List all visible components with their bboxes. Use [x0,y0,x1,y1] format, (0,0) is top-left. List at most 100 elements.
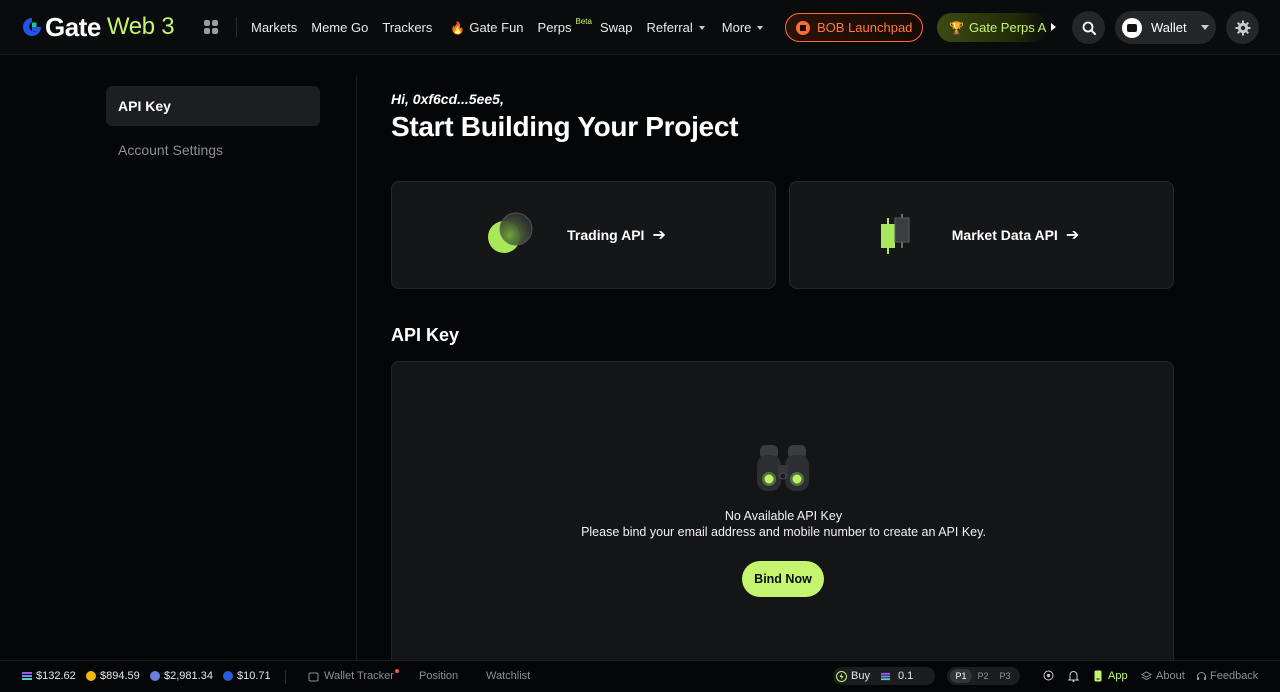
price-value: $10.71 [237,670,271,682]
about-link[interactable]: About [1141,670,1185,682]
wallet-button[interactable]: Wallet [1115,11,1216,44]
sol-icon [881,672,890,680]
search-icon [1082,21,1096,35]
nav-referral[interactable]: Referral [647,20,705,35]
sidebar-divider [356,76,357,660]
gate-logo-icon [23,18,41,36]
preset-p3[interactable]: P3 [994,669,1016,683]
tab-wallet-tracker[interactable]: Wallet Tracker [308,669,399,682]
app-label: App [1108,670,1128,682]
candlestick-icon [880,214,910,254]
price-link[interactable]: $10.71 [223,670,271,682]
buy-amount: 0.1 [898,670,914,682]
nav-markets[interactable]: Markets [251,20,297,35]
greeting: Hi, 0xf6cd...5ee5, [391,91,504,107]
nav-swap[interactable]: Swap [600,20,633,35]
wallet-label: Wallet [1151,20,1187,35]
sidebar-item-label: API Key [118,98,171,114]
link-icon [223,671,233,681]
trophy-icon: 🏆 [949,20,964,35]
nav-label: More [721,20,752,35]
preset-p1[interactable]: P1 [950,669,972,683]
nav-label: Referral [646,20,693,35]
nav-label: Perps [537,20,572,35]
gear-icon [1235,20,1250,35]
perps-promo-label: Gate Perps A [969,20,1047,35]
sidebar-item-label: Account Settings [118,142,224,158]
main-nav: Markets Meme Go Trackers 🔥 Gate Fun Perp… [251,0,777,55]
feedback-link[interactable]: Feedback [1196,670,1258,682]
price-value: $894.59 [100,670,140,682]
settings-button[interactable] [1226,11,1259,44]
card-label: Market Data API [951,227,1058,243]
chevron-down-icon [757,25,764,30]
bell-icon [1068,671,1079,682]
price-value: $132.62 [36,670,76,682]
card-label: Trading API [567,227,645,243]
layers-icon [1141,671,1152,681]
chevron-down-icon [698,25,705,30]
trading-api-icon [488,212,533,253]
nav-label: Gate Fun [469,20,524,35]
quick-buy-button[interactable]: Buy [836,670,870,682]
trading-api-card[interactable]: Trading API ➔ [391,181,776,289]
price-bnb[interactable]: $894.59 [86,670,140,682]
nav-label: Swap [599,20,633,35]
buy-amount-field[interactable]: 0.1 [881,670,913,682]
apps-grid-icon[interactable] [204,20,218,34]
nav-meme-go[interactable]: Meme Go [311,20,368,35]
section-title: API Key [391,325,460,345]
search-button[interactable] [1072,11,1105,44]
wallet-tracker-icon [308,672,319,681]
promo-next-icon[interactable] [1051,23,1056,31]
nav-perps[interactable]: Perps Beta [537,17,592,35]
notifications-button[interactable] [1068,670,1079,682]
gate-web3-logo[interactable]: Gate Web 3 [21,12,175,42]
sidebar-item-api-key[interactable]: API Key [106,86,320,126]
launchpad-label: BOB Launchpad [817,20,913,35]
nav-gate-fun[interactable]: 🔥 Gate Fun [450,20,523,35]
top-navbar: Gate Web 3 Markets Meme Go Trackers 🔥 Ga… [0,0,1280,55]
beta-badge: Beta [575,17,592,26]
nav-divider [236,17,237,37]
nav-trackers[interactable]: Trackers [382,20,432,35]
headset-icon [1197,671,1206,680]
empty-state-description: Please bind your email address and mobil… [581,525,986,539]
binoculars-icon [757,445,809,491]
brand-product: Web 3 [106,13,175,40]
arrow-right-icon: ➔ [652,227,666,244]
bind-now-button[interactable]: Bind Now [742,561,824,597]
tab-watchlist[interactable]: Watchlist [486,670,530,682]
display-settings-button[interactable] [1043,670,1054,681]
lightning-icon [836,670,847,682]
arrow-right-icon: ➔ [1065,227,1080,244]
tab-label: Wallet Tracker [324,670,394,682]
preset-p2[interactable]: P2 [972,669,994,683]
price-eth[interactable]: $2,981.34 [150,670,213,682]
price-value: $2,981.34 [164,670,213,682]
gate-perps-promo[interactable]: 🏆 Gate Perps A [937,13,1049,42]
chevron-down-icon [1200,25,1209,30]
sidebar-item-account-settings[interactable]: Account Settings [106,130,320,170]
api-key-empty-state: No Available API Key Please bind your em… [391,361,1174,661]
nav-label: Meme Go [311,20,369,35]
app-download-link[interactable]: App [1094,670,1128,682]
nav-label: Trackers [382,20,433,35]
page-title: Start Building Your Project [391,111,739,142]
price-sol[interactable]: $132.62 [22,670,76,682]
tab-label: Watchlist [486,670,531,682]
nav-more[interactable]: More [722,20,764,35]
status-bar: $132.62 $894.59 $2,981.34 $10.71 Wallet … [0,660,1280,692]
preset-selector: P1 P2 P3 [947,667,1020,685]
tab-position[interactable]: Position [419,670,458,682]
feedback-label: Feedback [1210,670,1259,682]
sol-icon [22,672,32,680]
fire-icon: 🔥 [450,20,466,35]
bnb-icon [86,671,96,681]
about-label: About [1156,670,1185,682]
nav-label: Markets [251,20,298,35]
market-data-api-card[interactable]: Market Data API ➔ [789,181,1174,289]
wallet-icon [1122,17,1142,38]
bob-launchpad-button[interactable]: BOB Launchpad [785,13,923,42]
target-icon [1043,670,1054,681]
